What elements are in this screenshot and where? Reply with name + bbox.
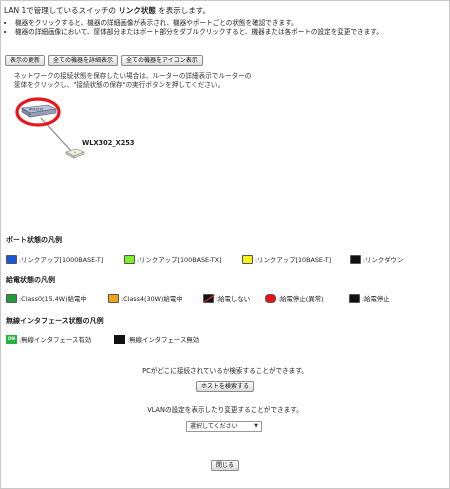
legend-item-linkdown: :リンクダウン [350,255,403,264]
power-legend: :Class0(15.4W)給電中 :Class4(30W)給電中 :給電しない… [6,294,390,303]
close-row: 閉じる [0,460,450,471]
router-icon[interactable]: RTX1210 [21,104,57,118]
instruction-item: 機器をクリックすると、機器の詳細画像が表示され、機器やポートごとの状態を確認でき… [15,19,383,28]
save-state-note: ネットワークの接続状態を保存したい場合は、ルーターの詳細表示でルーターの 筐体を… [14,72,252,89]
power-error-icon [265,294,276,303]
title-emphasis: リンク状態 [118,6,156,15]
power-class4-icon [108,294,119,303]
port-10base-icon [242,255,253,264]
network-map: RTX1210 [14,94,154,174]
chevron-down-icon: ▼ [254,423,258,429]
show-all-icon-button[interactable]: 全ての機器をアイコン表示 [121,55,203,66]
page-title: LAN 1で管理しているスイッチの リンク状態 を表示します。 [4,6,211,15]
vlan-select[interactable]: 選択してください ▼ [186,421,262,432]
port-legend-title: ポート状態の凡例 [6,236,62,244]
host-search-button[interactable]: ホストを検索する [195,381,254,392]
legend-item-class4: :Class4(30W)給電中 [108,294,203,303]
legend-item-no-power: :給電しない [203,294,265,303]
close-button[interactable]: 閉じる [210,460,239,471]
host-search-text: PCがどこに接続されているか検索することができます。 [142,367,308,375]
wireless-legend: ON :無線インタフェース有効 :無線インタフェース無効 [6,335,199,344]
vlan-text: VLANの設定を表示したり変更することができます。 [147,406,303,414]
show-all-detail-button[interactable]: 全ての機器を詳細表示 [48,55,119,66]
refresh-button[interactable]: 表示の更新 [5,55,46,66]
vlan-select-value: 選択してください [190,423,238,430]
toolbar: 表示の更新 全ての機器を詳細表示 全ての機器をアイコン表示 [5,55,203,66]
legend-item-power-error: :給電停止(異常) [265,294,349,303]
network-map-canvas: RTX1210 [15,97,85,159]
legend-item-power-stopped: :給電停止 [349,294,390,303]
port-1000base-icon [6,255,17,264]
power-none-icon [203,294,214,303]
power-stopped-icon [349,294,360,303]
port-linkdown-icon [350,255,361,264]
legend-item-10base: :リンクアップ[10BASE-T] [242,255,350,264]
instruction-list: 機器をクリックすると、機器の詳細画像が表示され、機器やポートごとの状態を確認でき… [6,19,383,37]
wireless-legend-title: 無線インタフェース状態の凡例 [6,317,104,325]
access-point-icon[interactable] [65,148,85,159]
legend-item-class0: :Class0(15.4W)給電中 [6,294,108,303]
power-class0-icon [6,294,17,303]
access-point-label: WLX302_X253 [82,139,135,147]
instruction-item: 機器の詳細画像において、筐体部分またはポート部分をダブルクリックすると、機器また… [15,28,383,37]
host-search-row: ホストを検索する [0,381,450,392]
router-label: RTX1210 [29,108,43,112]
wireless-off-icon [114,335,125,344]
port-legend: :リンクアップ[1000BASE-T] :リンクアップ[100BASE-TX] … [6,255,403,264]
legend-item-wireless-on: ON :無線インタフェース有効 [6,335,92,344]
power-legend-title: 給電状態の凡例 [6,276,55,284]
legend-item-1000base: :リンクアップ[1000BASE-T] [6,255,124,264]
wireless-on-icon: ON [6,335,17,344]
legend-item-wireless-off: :無線インタフェース無効 [114,335,199,344]
legend-item-100base: :リンクアップ[100BASE-TX] [124,255,242,264]
port-100base-icon [124,255,135,264]
